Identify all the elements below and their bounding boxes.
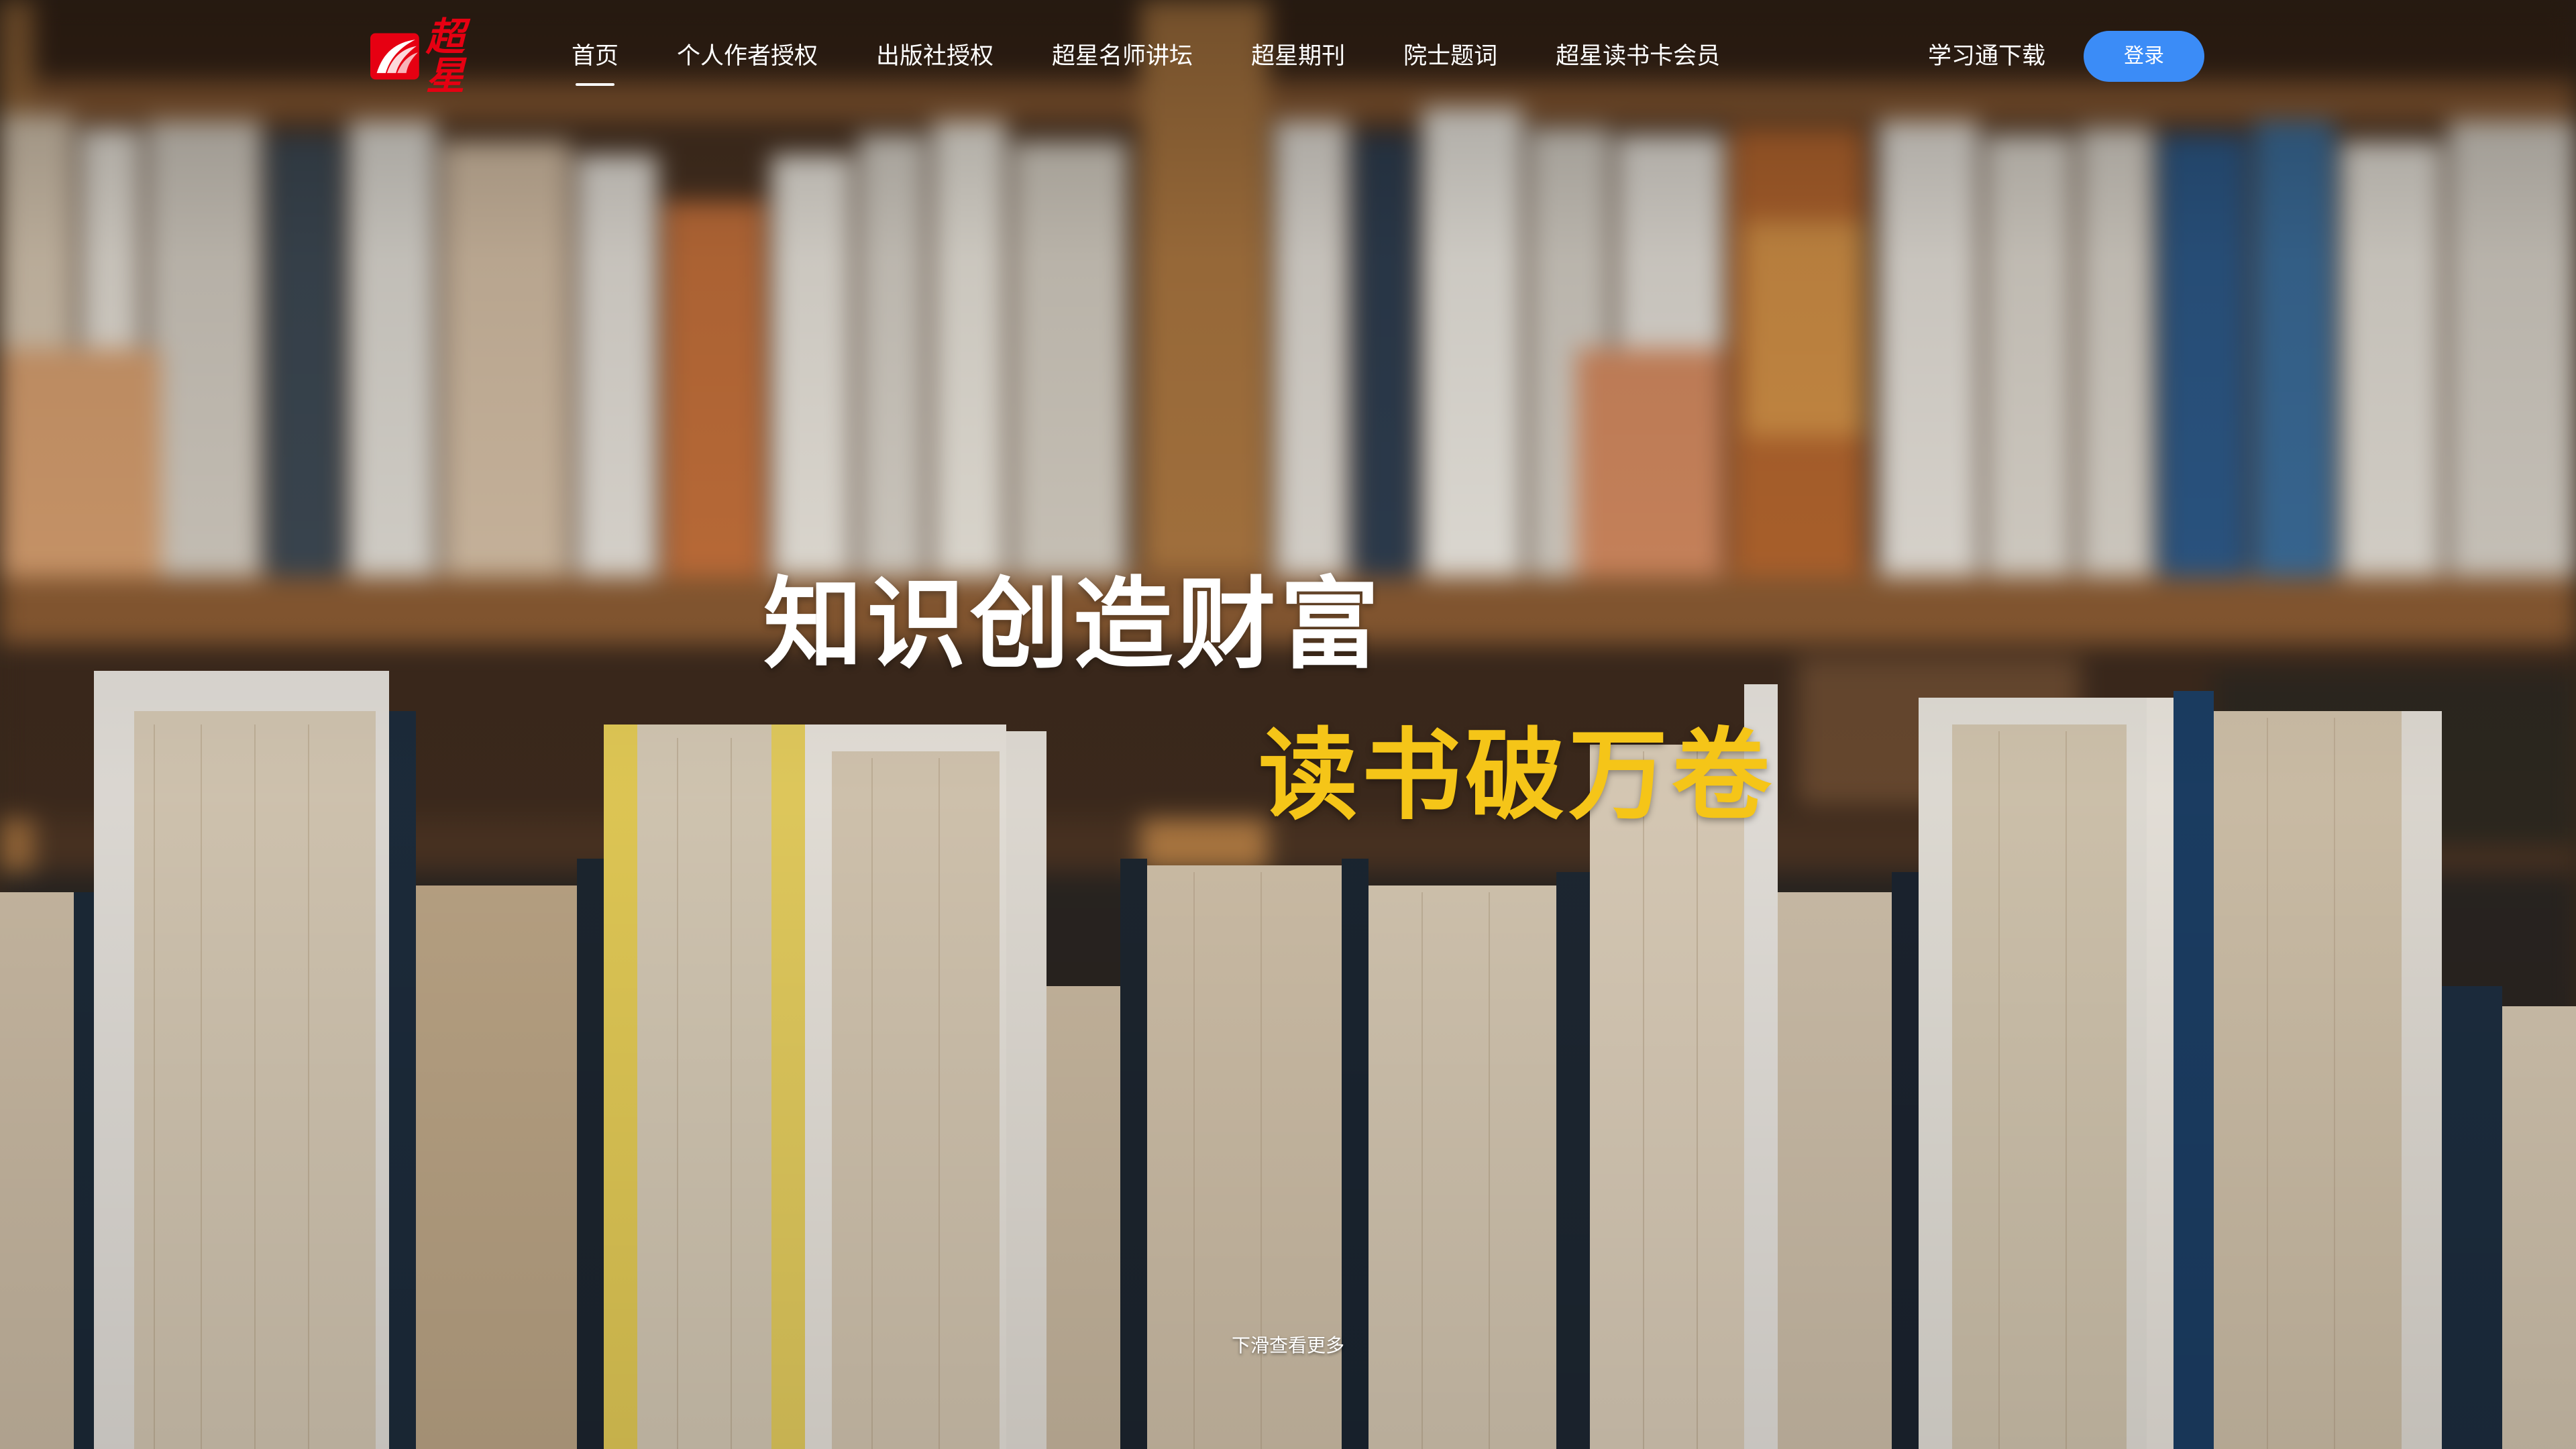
top-nav: 超星 首页 个人作者授权 出版社授权 超星名师讲坛 超星期刊 院士题词 超星读书… [0, 0, 2576, 114]
main-menu: 首页 个人作者授权 出版社授权 超星名师讲坛 超星期刊 院士题词 超星读书卡会员 [572, 36, 1778, 86]
nav-item-home[interactable]: 首页 [572, 36, 619, 86]
app-download-link[interactable]: 学习通下载 [1928, 36, 2045, 76]
page: 超星 首页 个人作者授权 出版社授权 超星名师讲坛 超星期刊 院士题词 超星读书… [0, 0, 2576, 1449]
hero-headline: 知识创造财富 [763, 567, 1383, 682]
nav-item-publisher-license[interactable]: 出版社授权 [876, 36, 994, 76]
nav-item-reading-card[interactable]: 超星读书卡会员 [1556, 36, 1720, 76]
nav-item-journals[interactable]: 超星期刊 [1251, 36, 1345, 76]
nav-item-academician-inscriptions[interactable]: 院士题词 [1403, 36, 1497, 76]
chaoxing-logo[interactable]: 超星 [370, 17, 498, 95]
hero-subline: 读书破万卷 [1258, 718, 1775, 833]
login-button[interactable]: 登录 [2084, 31, 2204, 82]
logo-text: 超星 [425, 14, 465, 99]
nav-item-author-license[interactable]: 个人作者授权 [677, 36, 818, 76]
logo-mark-icon [370, 33, 419, 80]
scroll-down-hint[interactable]: 下滑查看更多 [0, 1332, 2576, 1359]
nav-item-lecture[interactable]: 超星名师讲坛 [1052, 36, 1193, 76]
